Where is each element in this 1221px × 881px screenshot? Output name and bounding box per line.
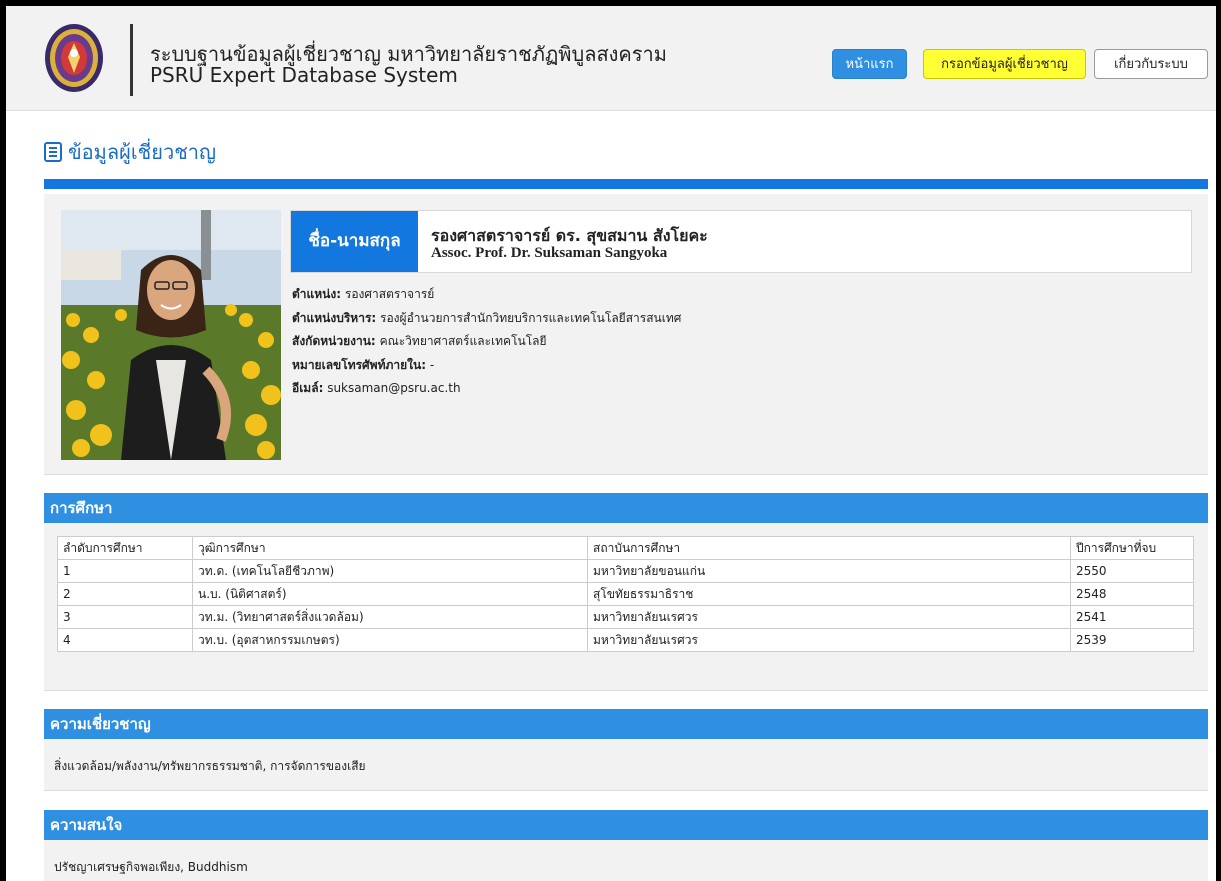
table-cell: 2541 — [1070, 605, 1194, 629]
education-table: ลำดับการศึกษา วุฒิการศึกษา สถาบันการศึกษ… — [57, 536, 1194, 652]
title-underline-bar — [44, 179, 1208, 189]
site-title-english: PSRU Expert Database System — [150, 63, 458, 87]
interests-text: ปรัชญาเศรษฐกิจพอเพียง, Buddhism — [54, 860, 248, 874]
interests-section: ปรัชญาเศรษฐกิจพอเพียง, Buddhism — [44, 840, 1208, 881]
table-cell: น.บ. (นิติศาสตร์) — [192, 582, 588, 606]
nav-enter-expert-button[interactable]: กรอกข้อมูลผู้เชี่ยวชาญ — [923, 49, 1086, 79]
table-cell: 1 — [57, 559, 193, 583]
name-label: ชื่อ-นามสกุล — [291, 211, 418, 272]
column-header: สถาบันการศึกษา — [587, 536, 1071, 560]
table-cell: วท.ด. (เทคโนโลยีชีวภาพ) — [192, 559, 588, 583]
page-frame: ระบบฐานข้อมูลผู้เชี่ยวชาญ มหาวิทยาลัยราช… — [6, 6, 1216, 881]
table-header-row: ลำดับการศึกษา วุฒิการศึกษา สถาบันการศึกษ… — [57, 536, 1194, 560]
table-row: 2 น.บ. (นิติศาสตร์) สุโขทัยธรรมาธิราช 25… — [57, 582, 1194, 606]
page-title-text: ข้อมูลผู้เชี่ยวชาญ — [68, 140, 217, 164]
info-position: ตำแหน่ง: รองศาสตราจารย์ — [292, 287, 435, 301]
table-row: 1 วท.ด. (เทคโนโลยีชีวภาพ) มหาวิทยาลัยขอน… — [57, 559, 1194, 583]
expert-photo — [61, 210, 281, 460]
info-email: อีเมล์: suksaman@psru.ac.th — [292, 381, 461, 395]
table-cell: วท.บ. (อุตสาหกรรมเกษตร) — [192, 628, 588, 652]
table-cell: มหาวิทยาลัยขอนแก่น — [587, 559, 1071, 583]
column-header: วุฒิการศึกษา — [192, 536, 588, 560]
table-cell: 4 — [57, 628, 193, 652]
university-logo[interactable] — [44, 23, 104, 93]
table-row: 4 วท.บ. (อุตสาหกรรมเกษตร) มหาวิทยาลัยนเร… — [57, 628, 1194, 652]
table-cell: วท.ม. (วิทยาศาสตร์สิ่งแวดล้อม) — [192, 605, 588, 629]
name-box: ชื่อ-นามสกุล รองศาสตราจารย์ ดร. สุขสมาน … — [290, 210, 1192, 273]
table-cell: 2548 — [1070, 582, 1194, 606]
column-header: ปีการศึกษาที่จบ — [1070, 536, 1194, 560]
table-cell: 2539 — [1070, 628, 1194, 652]
expert-name-english: Assoc. Prof. Dr. Suksaman Sangyoka — [431, 245, 668, 261]
info-phone: หมายเลขโทรศัพท์ภายใน: - — [292, 357, 435, 372]
column-header: ลำดับการศึกษา — [57, 536, 193, 560]
expertise-text: สิ่งแวดล้อม/พลังงาน/ทรัพยากรธรรมชาติ, กา… — [54, 759, 366, 773]
info-affiliation: สังกัดหน่วยงาน: คณะวิทยาศาสตร์และเทคโนโล… — [292, 334, 547, 348]
site-header: ระบบฐานข้อมูลผู้เชี่ยวชาญ มหาวิทยาลัยราช… — [6, 6, 1216, 111]
interests-heading: ความสนใจ — [44, 810, 1208, 840]
table-cell: มหาวิทยาลัยนเรศวร — [587, 628, 1071, 652]
table-cell: 2 — [57, 582, 193, 606]
expertise-section: สิ่งแวดล้อม/พลังงาน/ทรัพยากรธรรมชาติ, กา… — [44, 739, 1208, 791]
page-title: ข้อมูลผู้เชี่ยวชาญ — [44, 136, 216, 168]
table-cell: มหาวิทยาลัยนเรศวร — [587, 605, 1071, 629]
document-list-icon — [44, 142, 62, 167]
table-cell: 3 — [57, 605, 193, 629]
education-section: ลำดับการศึกษา วุฒิการศึกษา สถาบันการศึกษ… — [44, 523, 1208, 691]
table-row: 3 วท.ม. (วิทยาศาสตร์สิ่งแวดล้อม) มหาวิทย… — [57, 605, 1194, 629]
nav-home-button[interactable]: หน้าแรก — [832, 49, 907, 79]
table-cell: 2550 — [1070, 559, 1194, 583]
expert-info: ตำแหน่ง: รองศาสตราจารย์ ตำแหน่งบริหาร: ร… — [292, 283, 681, 401]
header-divider — [130, 24, 133, 96]
nav-about-button[interactable]: เกี่ยวกับระบบ — [1094, 49, 1208, 79]
info-admin-position: ตำแหน่งบริหาร: รองผู้อำนวยการสำนักวิทยบร… — [292, 310, 682, 325]
table-cell: สุโขทัยธรรมาธิราช — [587, 582, 1071, 606]
education-heading: การศึกษา — [44, 493, 1208, 523]
profile-panel: ชื่อ-นามสกุล รองศาสตราจารย์ ดร. สุขสมาน … — [44, 194, 1208, 475]
expertise-heading: ความเชี่ยวชาญ — [44, 709, 1208, 739]
